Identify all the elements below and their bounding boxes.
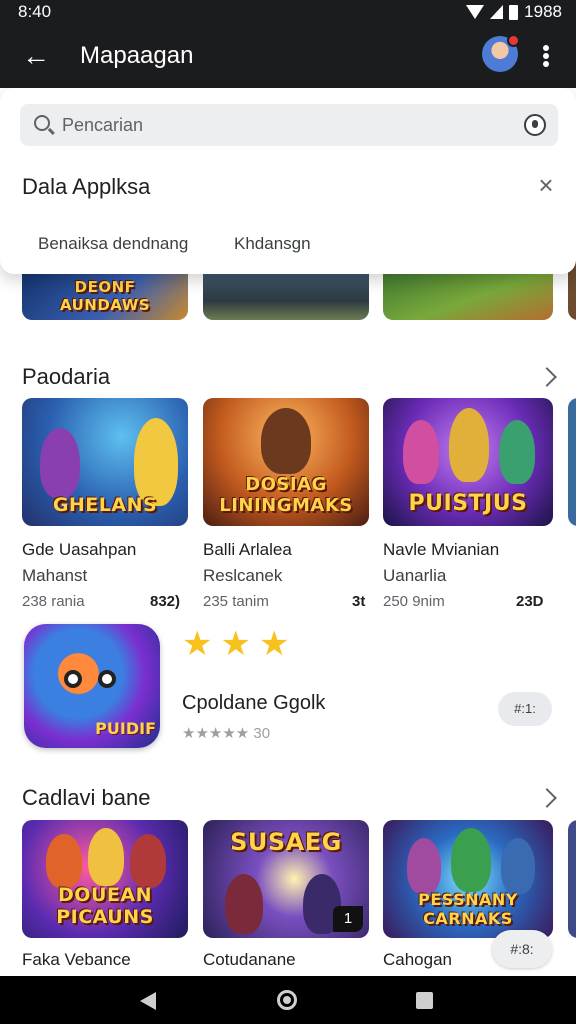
status-bar: 8:40 1988 <box>0 0 576 24</box>
character-figure <box>499 420 535 484</box>
game-badge: 23D <box>516 593 544 610</box>
search-panel: Dala Applksa × Benaiksa dendnang Khdansg… <box>0 88 576 274</box>
featured-art-text: PUIDIF <box>95 719 156 738</box>
status-icons: 1988 <box>466 2 562 22</box>
character-figure <box>451 828 491 892</box>
character-figure <box>407 838 441 894</box>
chevron-right-icon[interactable] <box>537 788 557 808</box>
battery-text: 1988 <box>524 2 562 21</box>
game-thumbnail[interactable]: DOSIAG LININGMAKS <box>203 398 369 526</box>
game-developer: Mahanst <box>22 566 88 585</box>
game-developer: Uanarlia <box>383 566 447 585</box>
page-title: Mapaagan <box>80 42 194 69</box>
corner-tag: 1 <box>333 906 363 932</box>
nav-recents-icon[interactable] <box>416 992 433 1009</box>
game-developer: Reslcanek <box>203 566 283 585</box>
star-icon: ★ <box>258 625 290 663</box>
close-icon[interactable]: × <box>534 172 558 198</box>
character-figure <box>261 408 311 474</box>
star-icon: ★ <box>220 625 251 663</box>
search-input[interactable] <box>62 110 502 140</box>
app-bar: ← Mapaagan <box>0 24 576 88</box>
character-figure <box>46 834 82 888</box>
game-meta: 238 rania <box>22 593 85 610</box>
game-name[interactable]: Balli Arlalea <box>203 540 292 560</box>
panel-title: Dala Applksa <box>22 174 151 199</box>
eye-shape <box>98 670 116 688</box>
voice-search-icon[interactable] <box>524 114 546 136</box>
install-button[interactable]: #:1: <box>498 692 552 726</box>
search-icon <box>34 115 50 131</box>
thumbnail-art-text: DEONF AUNDAWS <box>59 278 151 314</box>
thumbnail-art-text: SUSAEG <box>230 828 342 856</box>
avatar-icon[interactable] <box>482 34 520 72</box>
character-figure <box>225 874 263 934</box>
game-name[interactable]: Navle Mvianian <box>383 540 499 560</box>
panel-tab[interactable]: Benaiksa dendnang <box>38 234 188 254</box>
character-figure <box>449 408 489 482</box>
game-name[interactable]: Cahogan <box>383 950 452 970</box>
character-figure <box>501 838 535 894</box>
section-title: Paodaria <box>22 364 111 389</box>
game-badge: 832) <box>150 593 181 610</box>
character-figure <box>130 834 166 888</box>
battery-icon <box>509 4 519 20</box>
game-thumbnail[interactable]: DOUEAN PICAUNS <box>22 820 188 938</box>
floating-chip[interactable]: #:8: <box>492 930 552 968</box>
game-thumbnail[interactable]: PUISTJUS <box>383 398 553 526</box>
game-meta: 235 tanim <box>203 593 269 610</box>
character-figure <box>134 418 178 506</box>
game-thumbnail[interactable]: PESSNANY CARNAKS <box>383 820 553 938</box>
featured-rating-text: ★★★★★ 30 <box>182 725 271 742</box>
notification-dot <box>507 34 520 47</box>
panel-tab[interactable]: Khdansgn <box>234 234 311 254</box>
more-vert-icon[interactable] <box>534 40 558 72</box>
game-name[interactable]: Gde Uasahpan <box>22 540 136 560</box>
system-nav-bar <box>0 976 576 1024</box>
cell-signal-icon <box>490 5 504 19</box>
status-time: 8:40 <box>18 2 52 21</box>
game-thumbnail[interactable]: GHELANS <box>22 398 188 526</box>
game-thumbnail[interactable]: SUSAEG 1 <box>203 820 369 938</box>
nav-home-icon[interactable] <box>277 990 297 1010</box>
thumbnail-art-text: GHELANS <box>52 494 158 516</box>
star-icon: ★ <box>182 625 213 663</box>
game-thumbnail[interactable] <box>568 820 576 938</box>
game-thumbnail[interactable] <box>568 398 576 526</box>
eye-shape <box>64 670 82 688</box>
nav-back-icon[interactable] <box>140 992 156 1010</box>
game-meta: 250 9nim <box>383 593 445 610</box>
arrow-back-icon[interactable]: ← <box>18 38 54 74</box>
thumbnail-art-text: PESSNANY CARNAKS <box>418 890 518 928</box>
thumbnail-art-text: PUISTJUS <box>408 491 528 516</box>
star-rating: ★ ★ ★ <box>182 624 289 664</box>
wifi-icon <box>466 5 485 19</box>
search-bar <box>20 104 558 146</box>
thumbnail-art-text: DOUEAN PICAUNS <box>56 884 154 928</box>
featured-app-icon[interactable]: PUIDIF <box>24 624 160 748</box>
game-badge: 3t <box>352 593 366 610</box>
thumbnail-art-text: DOSIAG LININGMAKS <box>219 474 353 516</box>
featured-app-name[interactable]: Cpoldane Ggolk <box>182 692 325 715</box>
game-name[interactable]: Cotudanane <box>203 950 296 970</box>
section-title: Cadlavi bane <box>22 785 151 810</box>
character-figure <box>40 428 80 498</box>
chevron-right-icon[interactable] <box>537 367 557 387</box>
game-name[interactable]: Faka Vebance <box>22 950 131 970</box>
character-figure <box>403 420 439 484</box>
character-figure <box>88 828 124 886</box>
